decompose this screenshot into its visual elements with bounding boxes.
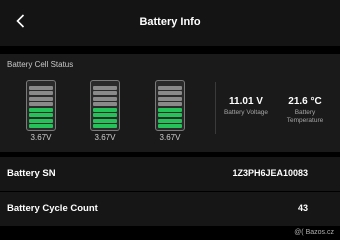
battery-sn-label: Battery SN (7, 168, 56, 179)
battery-cell-status-panel: Battery Cell Status 3.67V 3.67V 3.67V 11… (0, 54, 340, 152)
battery-cycle-count-row: Battery Cycle Count 43 (0, 192, 340, 226)
page-title: Battery Info (139, 16, 201, 28)
battery-sn-value: 1Z3PH6JEA10083 (232, 168, 308, 178)
battery-sn-row: Battery SN 1Z3PH6JEA10083 (0, 157, 340, 191)
battery-temperature-metric: 21.6 °C Battery Temperature (280, 96, 330, 125)
battery-voltage-label: Battery Voltage (223, 109, 269, 116)
header-bar: Battery Info (0, 0, 340, 46)
divider (215, 82, 216, 134)
battery-cell-icon (155, 80, 185, 131)
battery-cell-icon (90, 80, 120, 131)
battery-cell-2: 3.67V (90, 80, 124, 148)
watermark: @( Bazos.cz (294, 229, 334, 236)
battery-temperature-label: Battery Temperature (280, 109, 330, 125)
battery-cell-icon (26, 80, 56, 131)
battery-voltage-metric: 11.01 V Battery Voltage (220, 96, 272, 117)
battery-cell-3: 3.67V (155, 80, 189, 148)
temperature-label-line1: Battery (294, 109, 316, 116)
cell-voltage: 3.67V (30, 133, 52, 142)
battery-voltage-value: 11.01 V (229, 96, 263, 107)
cell-voltage: 3.67V (94, 133, 116, 142)
temperature-label-line2: Temperature (286, 117, 324, 124)
battery-cycle-count-value: 43 (297, 203, 308, 213)
battery-temperature-value: 21.6 °C (288, 96, 322, 107)
cell-voltage: 3.67V (159, 133, 181, 142)
section-label: Battery Cell Status (7, 60, 74, 69)
battery-cycle-count-label: Battery Cycle Count (7, 203, 98, 214)
battery-cell-1: 3.67V (26, 80, 60, 148)
